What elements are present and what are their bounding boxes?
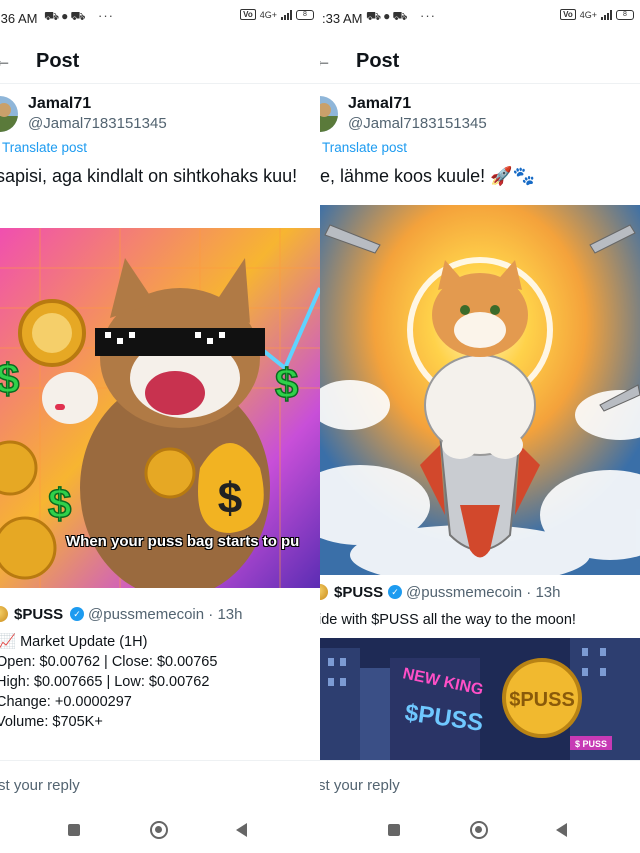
right-screenshot-panel: :33 AM ⛟●⛟ ··· Vo 4G+ 8 ← Post Jamal71 @… (320, 0, 640, 853)
verified-check-icon: ✓ (70, 607, 84, 621)
post-header: ← Post (0, 40, 320, 84)
system-nav-bar (0, 808, 320, 853)
post-image[interactable] (320, 205, 640, 575)
battery-icon: 8 (296, 9, 314, 20)
quoted-author-handle: @pussmemecoin · 13h (406, 584, 560, 601)
more-dots-icon: ··· (98, 8, 114, 23)
open-close-line: Open: $0.00762 | Close: $0.00765 (0, 654, 218, 670)
quoted-post-image[interactable]: $PUSS NEW KING $PUSS $ PUSS (320, 638, 640, 762)
network-type: 4G+ (259, 9, 277, 20)
volte-icon: Vo (240, 9, 256, 20)
reply-bar[interactable]: st your reply (320, 760, 640, 810)
status-time: :36 AM (0, 11, 38, 26)
post-text: sapisi, aga kindlalt on sihtkohaks kuu! (0, 166, 298, 186)
reply-bar[interactable]: st your reply (0, 760, 320, 810)
quoted-post[interactable]: $PUSS ✓ @pussmemecoin · 13h 📈 Market Upd… (0, 604, 320, 732)
author-name[interactable]: Jamal71 (348, 95, 411, 113)
avatar[interactable] (320, 96, 338, 132)
post-header: ← Post (320, 40, 640, 84)
back-icon[interactable] (236, 823, 247, 837)
svg-text:$: $ (0, 355, 19, 402)
translate-post-link[interactable]: Translate post (2, 140, 87, 155)
post-text: le, lähme koos kuule! 🚀🐾 (320, 166, 535, 186)
network-type: 4G+ (579, 9, 597, 20)
network-status: Vo 4G+ 8 (240, 9, 314, 20)
reply-input[interactable]: st your reply (0, 777, 80, 794)
verified-check-icon: ✓ (388, 585, 402, 599)
puss-coin-avatar (320, 584, 328, 600)
svg-text:$: $ (48, 480, 71, 527)
author-handle[interactable]: @Jamal7183151345 (348, 115, 487, 132)
quoted-author-name: $PUSS (334, 584, 384, 601)
status-notification-icons: ⛟●⛟ (44, 9, 87, 25)
quoted-post-header: $PUSS ✓ @pussmemecoin · 13h (0, 604, 320, 626)
svg-text:$: $ (218, 474, 242, 523)
home-icon[interactable] (150, 821, 168, 839)
quoted-post-time: · 13h (526, 584, 561, 601)
volte-icon: Vo (560, 9, 576, 20)
cat-rocket-illustration (320, 205, 640, 575)
status-bar: :36 AM ⛟●⛟ ··· Vo 4G+ 8 (0, 0, 320, 38)
coin-label: $PUSS (509, 689, 575, 711)
market-update-line: 📈 Market Update (1H) (0, 634, 148, 650)
system-nav-bar (320, 808, 640, 853)
left-screenshot-panel: :36 AM ⛟●⛟ ··· Vo 4G+ 8 ← Post Jamal71 @… (0, 0, 320, 853)
avatar[interactable] (0, 96, 18, 132)
page-title: Post (36, 50, 80, 72)
back-icon[interactable] (556, 823, 567, 837)
location-icon: ⛟ (70, 9, 88, 23)
quoted-post-header: $PUSS ✓ @pussmemecoin · 13h (320, 582, 640, 604)
status-time: :33 AM (322, 11, 363, 26)
author-handle[interactable]: @Jamal7183151345 (28, 115, 167, 132)
new-king-city-illustration: $PUSS NEW KING $PUSS $ PUSS (320, 638, 640, 762)
page-title: Post (356, 50, 400, 72)
post-image[interactable]: $ $ $ $ When your puss bag starts to pu (0, 228, 320, 588)
battery-level: 8 (623, 10, 627, 18)
recent-apps-icon[interactable] (388, 824, 400, 836)
back-arrow-icon[interactable]: ← (320, 50, 332, 71)
home-icon[interactable] (470, 821, 488, 839)
translate-post-link[interactable]: Translate post (322, 140, 407, 155)
puss-coin-avatar (0, 606, 8, 622)
puss-tag: $ PUSS (575, 739, 607, 749)
signal-icon (601, 9, 612, 20)
more-dots-icon: ··· (420, 8, 436, 23)
svg-text:$: $ (275, 360, 298, 407)
quoted-post-text: ide with $PUSS all the way to the moon! (320, 610, 640, 630)
status-notification-icons: ⛟●⛟ (366, 9, 409, 25)
quoted-author-handle: @pussmemecoin · 13h (88, 606, 242, 623)
network-status: Vo 4G+ 8 (560, 9, 634, 20)
quoted-post[interactable]: $PUSS ✓ @pussmemecoin · 13h ide with $PU… (320, 582, 640, 762)
back-arrow-icon[interactable]: ← (0, 50, 12, 71)
carrier-icon: ⛟ (44, 9, 62, 23)
change-line: Change: +0.0000297 (0, 694, 132, 710)
chat-icon: ● (61, 9, 71, 23)
battery-level: 8 (303, 10, 307, 18)
signal-icon (281, 9, 292, 20)
image-caption: When your puss bag starts to pu (66, 533, 300, 550)
chat-icon: ● (383, 9, 393, 23)
quoted-post-time: · 13h (208, 606, 243, 623)
carrier-icon: ⛟ (366, 9, 384, 23)
quoted-post-text: 📈 Market Update (1H) Open: $0.00762 | Cl… (0, 632, 320, 732)
quoted-handle-text: @pussmemecoin (88, 606, 205, 623)
quoted-author-name: $PUSS (14, 606, 64, 623)
recent-apps-icon[interactable] (68, 824, 80, 836)
volume-line: Volume: $705K+ (0, 714, 103, 730)
status-bar: :33 AM ⛟●⛟ ··· Vo 4G+ 8 (320, 0, 640, 38)
quoted-handle-text: @pussmemecoin (406, 584, 523, 601)
author-name[interactable]: Jamal71 (28, 95, 91, 113)
quoted-post-line: ide with $PUSS all the way to the moon! (320, 612, 576, 628)
battery-icon: 8 (616, 9, 634, 20)
location-icon: ⛟ (392, 9, 410, 23)
high-low-line: High: $0.007665 | Low: $0.00762 (0, 674, 210, 690)
reply-input[interactable]: st your reply (320, 777, 400, 794)
